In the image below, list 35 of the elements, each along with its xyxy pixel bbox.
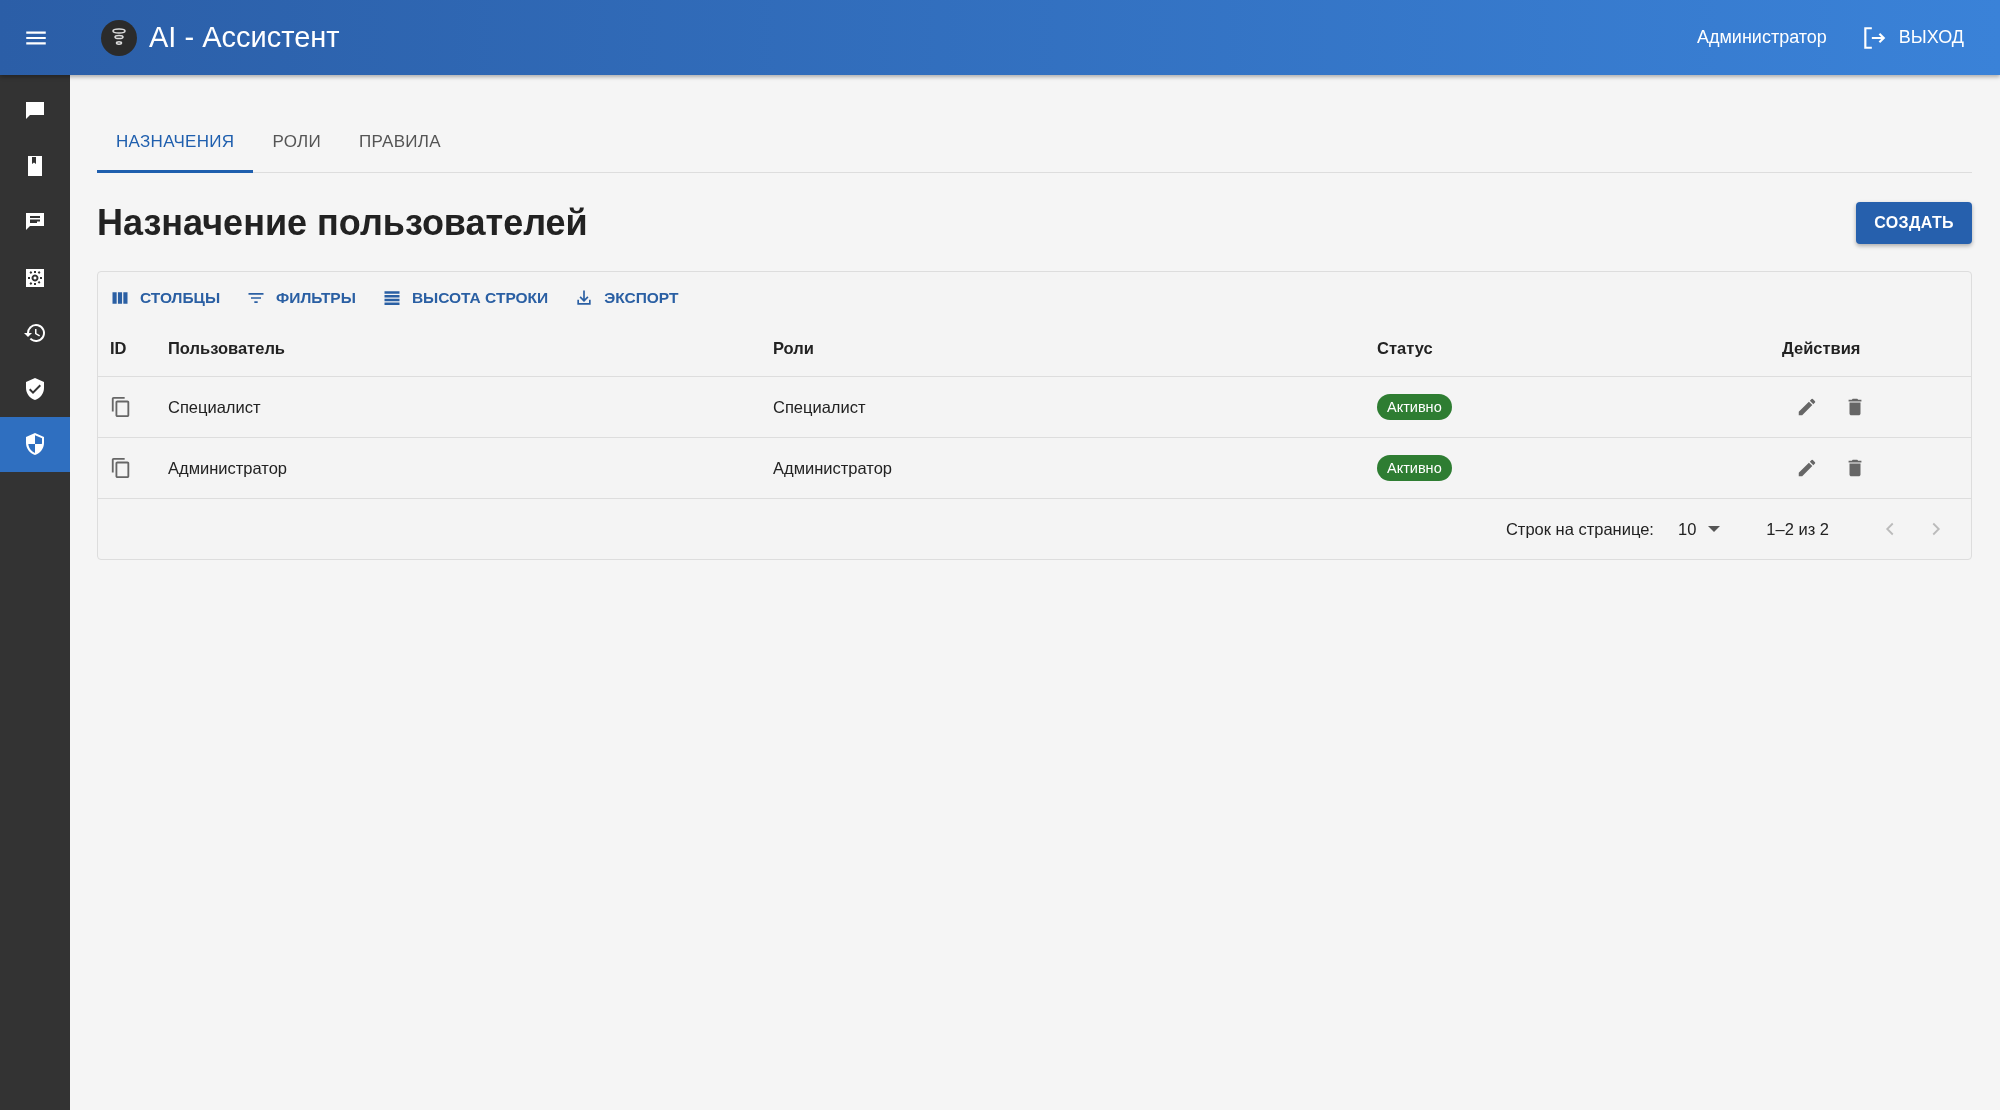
- logout-button[interactable]: ВЫХОД: [1860, 18, 1964, 57]
- copy-icon[interactable]: [110, 457, 132, 479]
- column-header: Действия: [1782, 338, 1862, 358]
- caret-icon: [1708, 526, 1721, 532]
- column-header: ID: [110, 338, 128, 358]
- tab[interactable]: НАЗНАЧЕНИЯ: [97, 122, 254, 173]
- table-cell-text: Специалист: [168, 397, 262, 417]
- table-cell-text: Администратор: [773, 458, 894, 478]
- tab[interactable]: ПРАВИЛА: [340, 122, 460, 173]
- column-header: Пользователь: [168, 338, 286, 358]
- status-chip: Активно: [1377, 455, 1452, 481]
- shield-check-icon: [23, 376, 47, 401]
- column-header: Статус: [1377, 338, 1434, 358]
- page-title: Назначение пользователей: [97, 202, 588, 244]
- toolbar-button[interactable]: ФИЛЬТРЫ: [242, 284, 360, 312]
- pencil-icon: [1796, 457, 1818, 479]
- page-range: 1–2 из 2: [1766, 519, 1829, 539]
- column-header: Роли: [773, 338, 815, 358]
- rows-per-page-select[interactable]: 10: [1671, 518, 1727, 540]
- toolbar-button[interactable]: СТОЛБЦЫ: [106, 284, 225, 312]
- toolbar-button[interactable]: ВЫСОТА СТРОКИ: [377, 284, 553, 312]
- status-chip: Активно: [1377, 394, 1452, 420]
- toolbar-button[interactable]: ЭКСПОРТ: [570, 284, 683, 312]
- create-button[interactable]: СОЗДАТЬ: [1856, 202, 1972, 244]
- copy-icon[interactable]: [110, 396, 132, 418]
- user-name: Администратор: [1696, 27, 1827, 48]
- rows-per-page-label: Строк на странице:: [1505, 519, 1654, 539]
- shield-icon: [23, 432, 47, 457]
- table-cell-text: Администратор: [168, 458, 289, 478]
- logo-icon: [101, 19, 137, 56]
- tab[interactable]: РОЛИ: [253, 122, 340, 173]
- pencil-icon: [1796, 396, 1818, 418]
- sidebar-item[interactable]: [0, 416, 70, 473]
- table-cell-text: Специалист: [773, 397, 867, 417]
- app-title: AI - Ассистент: [149, 21, 341, 54]
